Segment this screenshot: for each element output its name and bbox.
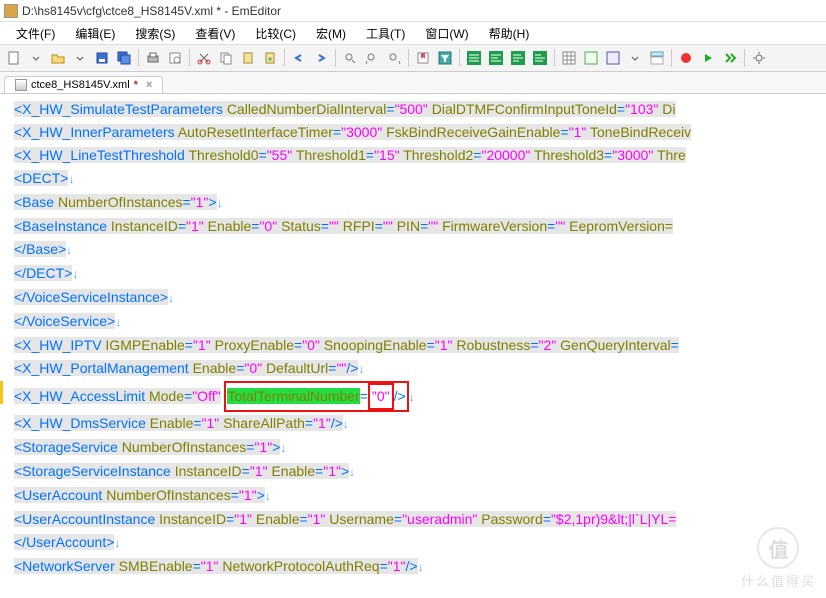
highlight-box-inner: "0" <box>368 383 394 410</box>
menu-edit[interactable]: 编辑(E) <box>65 23 125 44</box>
separator <box>554 49 555 67</box>
wrap-char-icon[interactable] <box>486 48 506 68</box>
separator <box>138 49 139 67</box>
preview-icon[interactable] <box>165 48 185 68</box>
undo-icon[interactable] <box>289 48 309 68</box>
menu-file[interactable]: 文件(F) <box>6 23 65 44</box>
save-icon[interactable] <box>92 48 112 68</box>
menu-macro[interactable]: 宏(M) <box>306 23 356 44</box>
menu-search[interactable]: 搜索(S) <box>125 23 185 44</box>
open-dropdown-icon[interactable] <box>70 48 90 68</box>
code-line[interactable]: <X_HW_PortalManagement Enable="0" Defaul… <box>14 357 826 381</box>
toolbar <box>0 44 826 72</box>
settings-icon[interactable] <box>749 48 769 68</box>
wrap-window-icon[interactable] <box>508 48 528 68</box>
csv-tab-icon[interactable] <box>603 48 623 68</box>
editor-area[interactable]: <X_HW_SimulateTestParameters CalledNumbe… <box>0 94 826 598</box>
forward-icon[interactable] <box>720 48 740 68</box>
code-line[interactable]: <X_HW_IPTV IGMPEnable="1" ProxyEnable="0… <box>14 334 826 357</box>
copy-icon[interactable] <box>216 48 236 68</box>
new-icon[interactable] <box>4 48 24 68</box>
open-icon[interactable] <box>48 48 68 68</box>
new-dropdown-icon[interactable] <box>26 48 46 68</box>
code-line[interactable]: <X_HW_SimulateTestParameters CalledNumbe… <box>14 98 826 121</box>
tab-filename: ctce8_HS8145V.xml <box>31 79 130 91</box>
separator <box>189 49 190 67</box>
highlight-selection: TotalTerminalNumber <box>227 388 359 404</box>
code-line[interactable]: </Base>↓ <box>14 238 826 262</box>
separator <box>459 49 460 67</box>
code-line[interactable]: </VoiceServiceInstance>↓ <box>14 286 826 310</box>
wrap-off-icon[interactable] <box>464 48 484 68</box>
code-line[interactable]: </VoiceService>↓ <box>14 310 826 334</box>
code-line[interactable]: <NetworkServer SMBEnable="1" NetworkProt… <box>14 555 826 579</box>
code-line[interactable]: <StorageServiceInstance InstanceID="1" E… <box>14 460 826 484</box>
separator <box>744 49 745 67</box>
menu-compare[interactable]: 比较(C) <box>245 23 306 44</box>
cut-icon[interactable] <box>194 48 214 68</box>
code-line[interactable]: <X_HW_InnerParameters AutoResetInterface… <box>14 121 826 144</box>
xml-file-icon <box>15 79 27 91</box>
code-line[interactable]: <UserAccountInstance InstanceID="1" Enab… <box>14 508 826 531</box>
tab-file[interactable]: ctce8_HS8145V.xml * × <box>4 76 163 93</box>
titlebar: D:\hs8145v\cfg\ctce8_HS8145V.xml * - EmE… <box>0 0 826 22</box>
print-icon[interactable] <box>143 48 163 68</box>
bookmark-icon[interactable] <box>413 48 433 68</box>
csv-dropdown-icon[interactable] <box>625 48 645 68</box>
csv-comma-icon[interactable] <box>581 48 601 68</box>
tab-close-icon[interactable]: × <box>146 79 152 91</box>
code-line[interactable]: <Base NumberOfInstances="1">↓ <box>14 191 826 215</box>
code-line[interactable]: <UserAccount NumberOfInstances="1">↓ <box>14 484 826 508</box>
code-line[interactable]: <DECT>↓ <box>14 167 826 191</box>
window-title: D:\hs8145v\cfg\ctce8_HS8145V.xml * - EmE… <box>22 4 281 18</box>
play-icon[interactable] <box>698 48 718 68</box>
menu-view[interactable]: 查看(V) <box>185 23 245 44</box>
code-line[interactable]: </DECT>↓ <box>14 262 826 286</box>
menu-tools[interactable]: 工具(T) <box>356 23 415 44</box>
paste-icon[interactable] <box>238 48 258 68</box>
menu-help[interactable]: 帮助(H) <box>479 23 540 44</box>
code-line[interactable]: <X_HW_DmsService Enable="1" ShareAllPath… <box>14 412 826 436</box>
wrap-page-icon[interactable] <box>530 48 550 68</box>
highlight-box-outer: TotalTerminalNumber="0"/> <box>224 381 408 412</box>
redo-icon[interactable] <box>311 48 331 68</box>
code-line[interactable]: <BaseInstance InstanceID="1" Enable="0" … <box>14 215 826 238</box>
heading-icon[interactable] <box>647 48 667 68</box>
find-icon[interactable] <box>340 48 360 68</box>
filter-icon[interactable] <box>435 48 455 68</box>
menubar: 文件(F) 编辑(E) 搜索(S) 查看(V) 比较(C) 宏(M) 工具(T)… <box>0 22 826 44</box>
save-all-icon[interactable] <box>114 48 134 68</box>
tabbar: ctce8_HS8145V.xml * × <box>0 72 826 94</box>
separator <box>408 49 409 67</box>
find-next-icon[interactable] <box>384 48 404 68</box>
csv-icon[interactable] <box>559 48 579 68</box>
find-prev-icon[interactable] <box>362 48 382 68</box>
separator <box>671 49 672 67</box>
record-icon[interactable] <box>676 48 696 68</box>
app-icon <box>4 4 18 18</box>
paste-special-icon[interactable] <box>260 48 280 68</box>
code-line[interactable]: <StorageService NumberOfInstances="1">↓ <box>14 436 826 460</box>
separator <box>335 49 336 67</box>
code-line[interactable]: <X_HW_LineTestThreshold Threshold0="55" … <box>14 144 826 167</box>
tab-modified-icon: * <box>134 79 138 91</box>
separator <box>284 49 285 67</box>
menu-window[interactable]: 窗口(W) <box>415 23 478 44</box>
code-line-current[interactable]: <X_HW_AccessLimit Mode="Off" TotalTermin… <box>14 381 826 412</box>
code-line[interactable]: </UserAccount>↓ <box>14 531 826 555</box>
